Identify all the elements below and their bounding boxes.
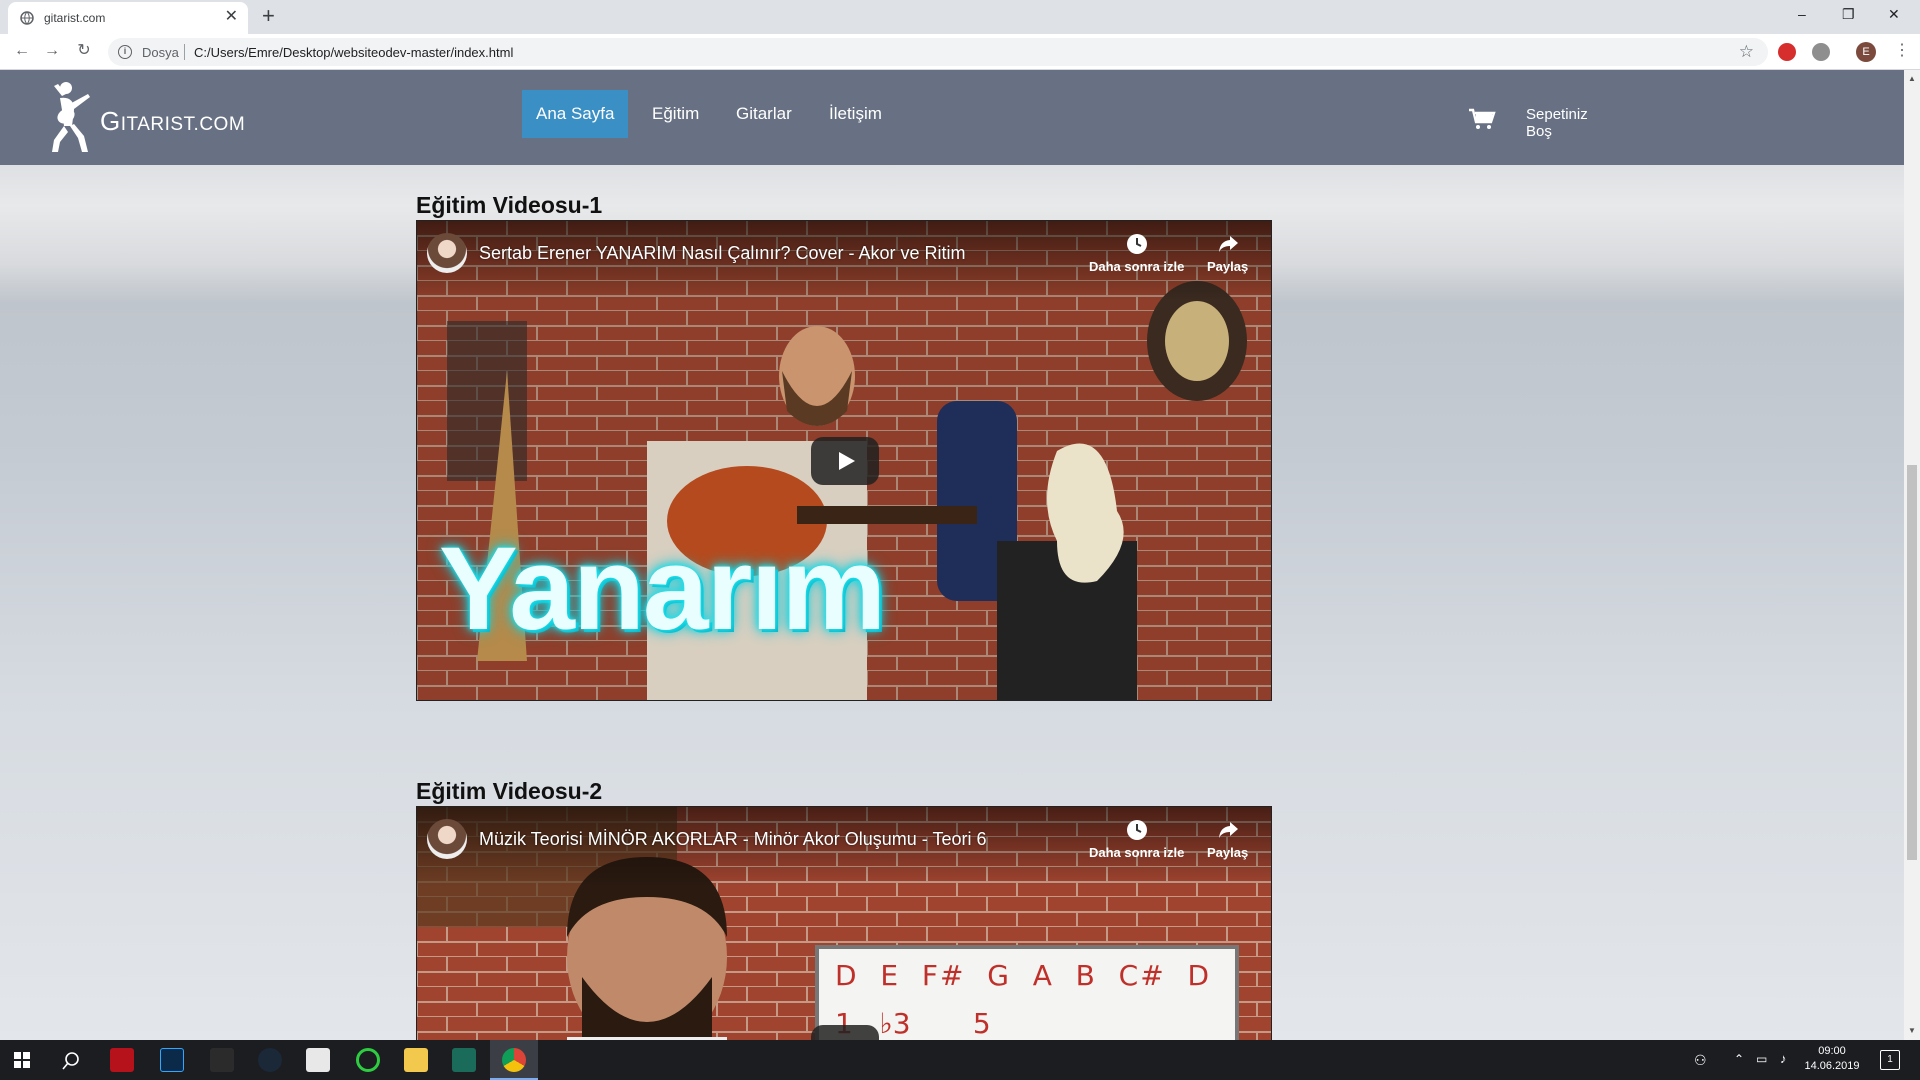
windows-start-icon[interactable] [14,1052,30,1068]
restore-button[interactable]: ❐ [1842,6,1855,22]
extension-red-icon[interactable] [1778,43,1796,61]
scheme-label: Dosya [142,45,179,60]
nav-egitim[interactable]: Eğitim [638,90,713,138]
sync-icon[interactable] [356,1048,380,1072]
search-icon[interactable] [62,1052,80,1070]
file-explorer-icon[interactable] [404,1048,428,1072]
watch-later-label: Daha sonra izle [1089,845,1185,860]
video-player-2[interactable]: Müzik Teorisi MİNÖR AKORLAR - Minör Akor… [416,806,1272,1040]
share-button-1[interactable]: Paylaş [1207,233,1248,274]
guitarist-logo-icon [52,82,90,152]
scroll-thumb[interactable] [1907,465,1917,860]
volume-icon[interactable]: ♪ [1780,1051,1787,1066]
tray-chevron-icon[interactable]: ⌃ [1734,1052,1744,1066]
section-title-2: Eğitim Videosu-2 [416,778,603,804]
minimize-button[interactable]: – [1798,6,1806,22]
notification-center-icon[interactable]: 1 [1880,1050,1900,1070]
clock-icon [1126,234,1147,254]
clock-time: 09:00 [1818,1045,1846,1057]
windows-taskbar: ⚇ ⌃ ▭ ♪ 09:00 14.06.2019 1 [0,1040,1920,1080]
close-window-button[interactable]: ✕ [1888,6,1900,22]
forward-icon[interactable]: → [42,41,62,61]
share-label: Paylaş [1207,845,1249,860]
section-title-1: Eğitim Videosu-1 [416,192,603,218]
cart-line-2: Boş [1526,123,1552,140]
play-button-1[interactable] [811,437,879,485]
chrome-taskbar-button[interactable] [490,1040,538,1080]
new-tab-button[interactable]: + [262,4,275,28]
bookmark-star-icon[interactable]: ☆ [1739,42,1754,62]
cart-icon[interactable] [1468,108,1496,130]
channel-avatar[interactable] [427,819,467,859]
share-icon [1218,236,1238,252]
video-title-2[interactable]: Müzik Teorisi MİNÖR AKORLAR - Minör Akor… [479,829,986,850]
scroll-down-arrow[interactable]: ▼ [1908,1026,1916,1035]
game-launcher-icon[interactable] [452,1048,476,1072]
channel-avatar[interactable] [427,233,467,273]
cart-status[interactable]: Sepetiniz Boş [1526,106,1588,140]
nav-ana-sayfa[interactable]: Ana Sayfa [522,90,629,138]
page-viewport: GITARIST.COM Ana Sayfa Eğitim Gitarlar İ… [0,70,1904,1040]
back-icon[interactable]: ← [12,41,32,61]
close-tab-icon[interactable]: ✕ [225,8,238,26]
browser-tab[interactable]: gitarist.com ✕ [8,2,248,34]
acrobat-icon[interactable] [110,1048,134,1072]
site-logo-text[interactable]: GITARIST.COM [100,106,245,137]
cart-line-1: Sepetiniz [1526,106,1588,123]
share-label: Paylaş [1207,259,1249,274]
reload-icon[interactable]: ↻ [74,41,94,61]
watch-later-button-2[interactable]: Daha sonra izle [1089,819,1184,860]
play-button-2[interactable] [811,1025,879,1040]
nav-iletisim[interactable]: İletişim [815,90,896,138]
whiteboard-notes-row-1: D E F# G A B C# D [835,959,1212,992]
site-header: GITARIST.COM Ana Sayfa Eğitim Gitarlar İ… [0,70,1904,165]
scroll-up-arrow[interactable]: ▲ [1908,74,1916,83]
browser-toolbar: ← → ↻ i Dosya C:/Users/Emre/Desktop/webs… [0,34,1920,70]
globe-icon [20,11,34,25]
page-scrollbar[interactable]: ▲ ▼ [1904,70,1920,1040]
clock[interactable]: 09:00 14.06.2019 [1800,1045,1864,1072]
info-icon[interactable]: i [118,45,132,59]
clock-icon [1126,820,1147,840]
steam-icon[interactable] [258,1048,282,1072]
files-icon[interactable] [306,1048,330,1072]
tab-title: gitarist.com [44,11,106,25]
omnibox-divider [184,44,185,60]
address-bar[interactable]: i Dosya C:/Users/Emre/Desktop/websiteode… [108,38,1768,66]
browser-tab-strip: gitarist.com ✕ + – ❐ ✕ [0,0,1920,34]
watch-later-label: Daha sonra izle [1089,259,1185,274]
nav-gitarlar[interactable]: Gitarlar [722,90,806,138]
extension-grey-icon[interactable] [1812,43,1830,61]
clock-date: 14.06.2019 [1804,1060,1860,1072]
app-icon[interactable] [210,1048,234,1072]
watch-later-button-1[interactable]: Daha sonra izle [1089,233,1184,274]
video-player-1[interactable]: Sertab Erener YANARIM Nasıl Çalınır? Cov… [416,220,1272,701]
video-overlay-word: Yanarım [439,523,886,655]
people-icon[interactable]: ⚇ [1694,1052,1707,1069]
share-button-2[interactable]: Paylaş [1207,819,1248,860]
browser-menu-icon[interactable]: ⋮ [1894,40,1910,60]
network-icon[interactable]: ▭ [1756,1052,1767,1066]
video-title-1[interactable]: Sertab Erener YANARIM Nasıl Çalınır? Cov… [479,243,965,264]
profile-avatar[interactable]: E [1856,42,1876,62]
chrome-icon [502,1048,526,1072]
photoshop-icon[interactable] [160,1048,184,1072]
url-text[interactable]: C:/Users/Emre/Desktop/websiteodev-master… [194,45,513,60]
share-icon [1218,822,1238,838]
